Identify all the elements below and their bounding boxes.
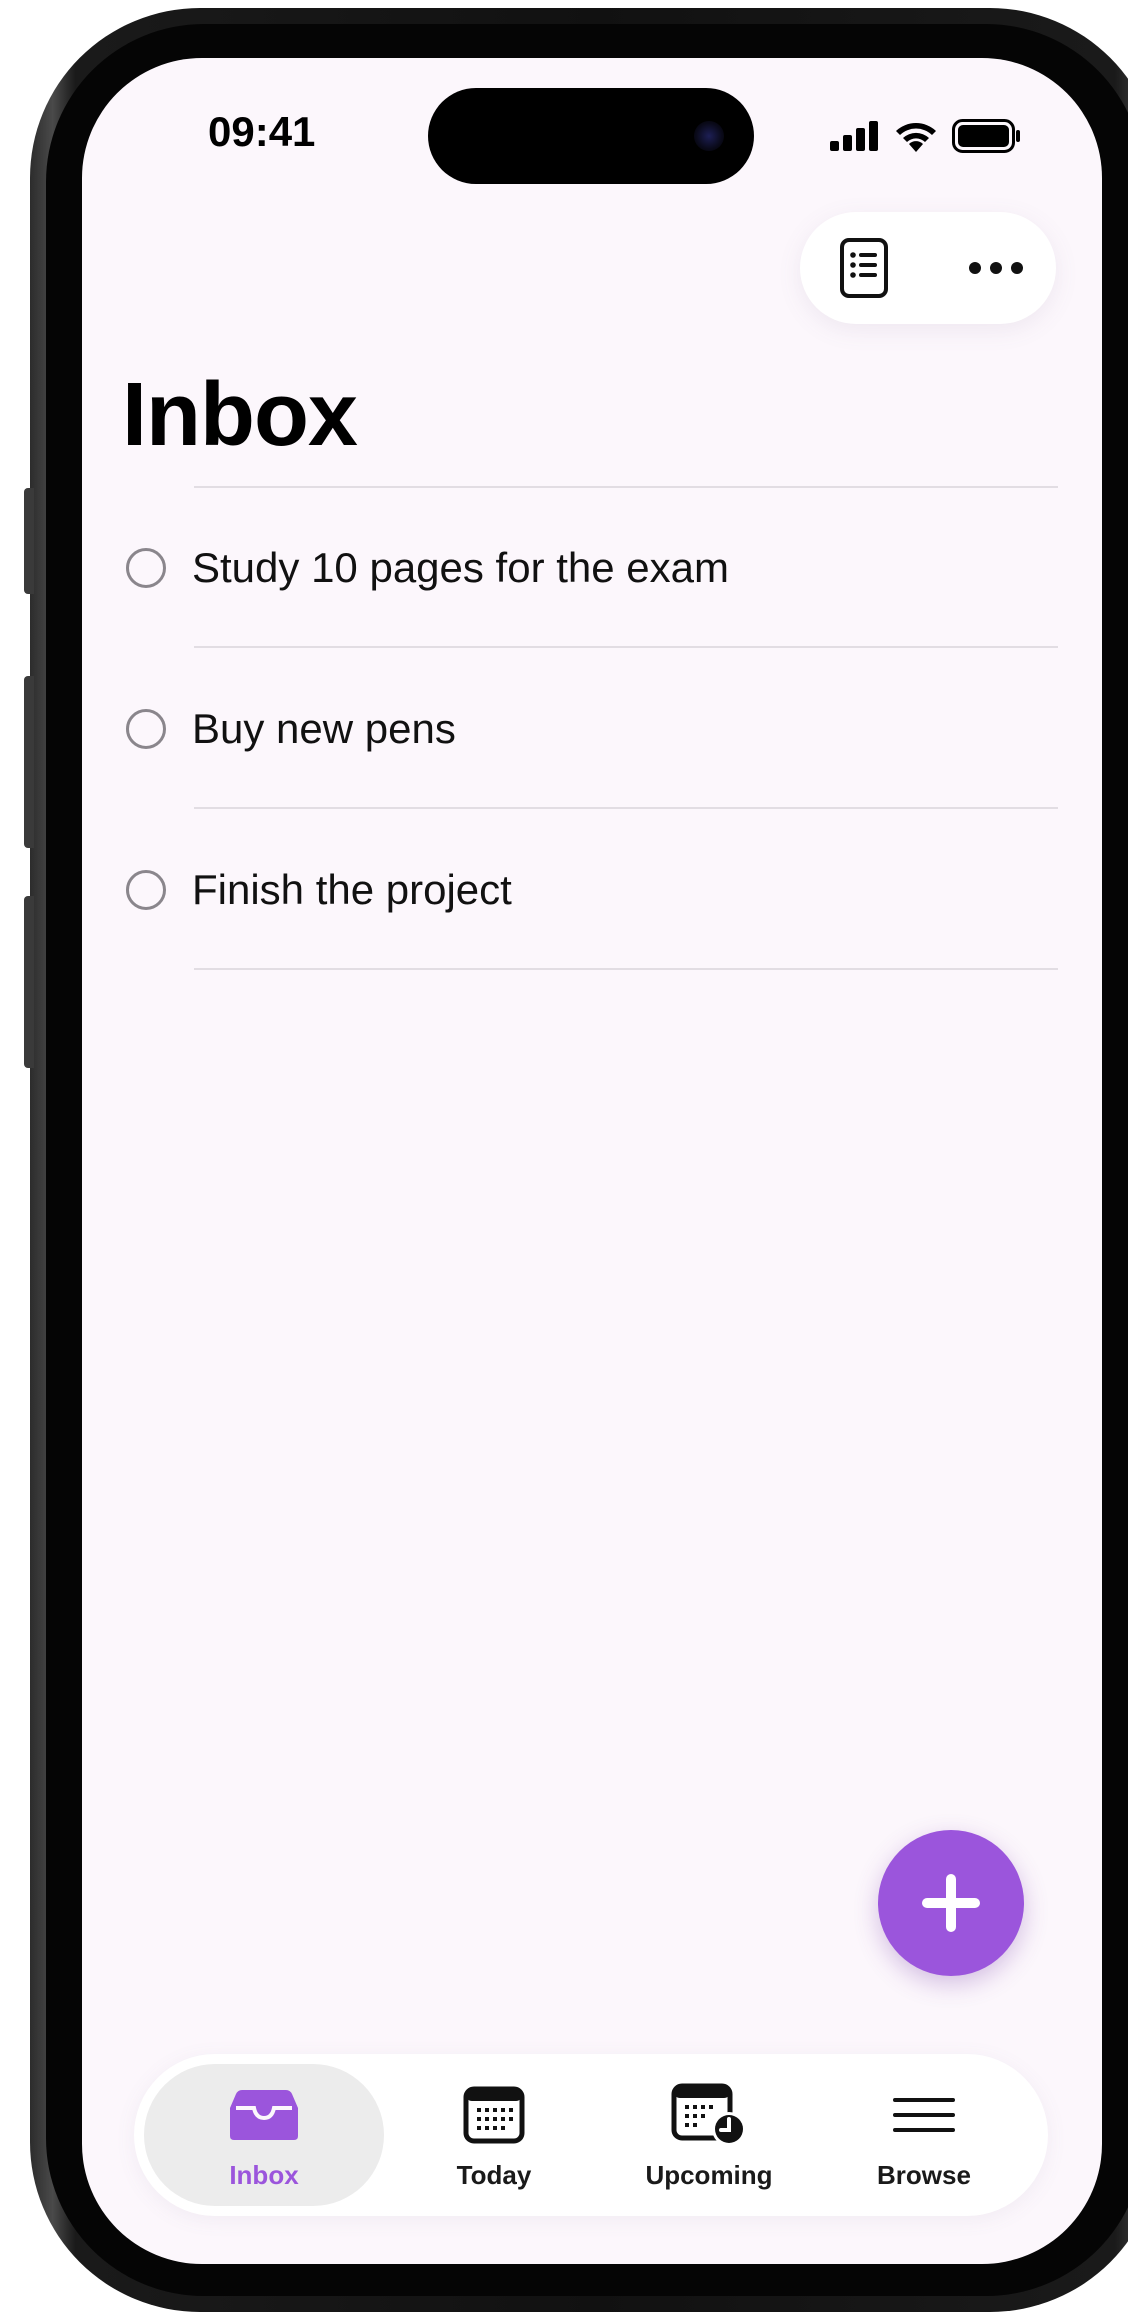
- divider: [194, 646, 1058, 648]
- task-checkbox[interactable]: [126, 709, 166, 749]
- volume-up-button: [24, 676, 34, 848]
- action-button: [24, 488, 34, 594]
- list-view-icon[interactable]: [830, 234, 898, 302]
- more-options-icon[interactable]: [962, 234, 1030, 302]
- battery-icon: [952, 119, 1020, 153]
- dynamic-island: [428, 88, 754, 184]
- calendar-clock-icon: [671, 2083, 746, 2146]
- task-label: Study 10 pages for the exam: [192, 544, 729, 591]
- tab-label: Browse: [877, 2160, 971, 2190]
- divider: [194, 968, 1058, 970]
- tab-today[interactable]: Today: [384, 2064, 604, 2206]
- tab-label: Inbox: [229, 2160, 299, 2190]
- divider: [194, 486, 1058, 488]
- tab-label: Upcoming: [645, 2160, 773, 2190]
- tab-upcoming[interactable]: Upcoming: [599, 2064, 819, 2206]
- status-icons: [830, 118, 1022, 154]
- app-screen: 09:41 Inbox Study 10 pages for the exam …: [82, 58, 1102, 2264]
- task-label: Buy new pens: [192, 705, 456, 752]
- tab-browse[interactable]: Browse: [814, 2064, 1034, 2206]
- tab-label: Today: [456, 2160, 532, 2190]
- menu-lines-icon: [893, 2098, 955, 2132]
- cellular-signal-icon: [830, 121, 878, 151]
- inbox-tray-icon: [230, 2090, 298, 2140]
- divider: [194, 807, 1058, 809]
- task-checkbox[interactable]: [126, 870, 166, 910]
- add-task-button[interactable]: [878, 1830, 1024, 1976]
- tab-inbox[interactable]: Inbox: [144, 2064, 384, 2206]
- plus-icon: [922, 1874, 980, 1932]
- calendar-icon: [463, 2086, 525, 2144]
- front-camera: [694, 121, 724, 151]
- task-checkbox[interactable]: [126, 548, 166, 588]
- page-title: Inbox: [122, 365, 358, 465]
- status-time: 09:41: [208, 108, 316, 155]
- task-row[interactable]: Study 10 pages for the exam: [126, 518, 1056, 618]
- volume-down-button: [24, 896, 34, 1068]
- task-label: Finish the project: [192, 866, 512, 913]
- task-row[interactable]: Buy new pens: [126, 679, 1056, 779]
- toolbar-pill: [800, 212, 1056, 324]
- wifi-icon: [896, 123, 936, 152]
- task-row[interactable]: Finish the project: [126, 840, 1056, 940]
- tab-bar: Inbox Today Upcoming Browse: [134, 2054, 1048, 2216]
